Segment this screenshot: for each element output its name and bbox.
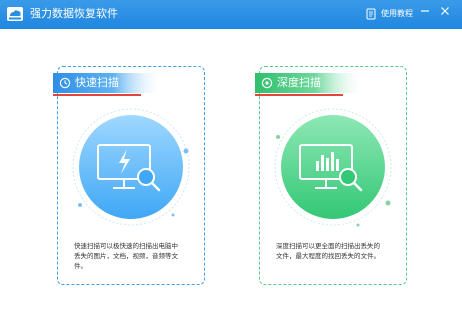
tutorial-label: 使用教程 — [381, 9, 413, 18]
close-icon — [441, 7, 449, 15]
deep-scan-label: 深度扫描 — [277, 76, 321, 89]
cloud-drive-icon — [7, 7, 23, 21]
deep-scan-description: 深度扫描可以更全面的扫描出丢失的 文件，最大程度的找回丢失的文件。 — [276, 242, 380, 260]
quick-scan-illustration — [72, 108, 190, 226]
quick-scan-header: 快速扫描 — [53, 73, 163, 96]
clock-icon — [59, 77, 71, 89]
quick-scan-label: 快速扫描 — [75, 76, 119, 89]
deep-scan-illustration — [274, 108, 392, 227]
book-icon — [366, 8, 376, 20]
deep-scan-card[interactable]: 深度扫描 深度扫描可以更全面的扫描出丢失的 文件，最大程度的找回丢失的文件。 — [255, 66, 407, 285]
target-icon — [261, 77, 273, 89]
title-bar: 强力数据恢复软件 使用教程 — [0, 0, 462, 29]
minimize-icon — [421, 10, 429, 12]
tutorial-button[interactable]: 使用教程 — [366, 6, 413, 22]
close-button[interactable] — [437, 3, 453, 19]
deep-scan-header: 深度扫描 — [255, 73, 365, 96]
quick-scan-card[interactable]: 快速扫描 快速扫描可以极快速的扫描出电脑中 丢失的图片，文档，视频，音频等文 件… — [53, 66, 205, 285]
minimize-button[interactable] — [417, 3, 433, 19]
quick-scan-description: 快速扫描可以极快速的扫描出电脑中 丢失的图片，文档，视频，音频等文 件。 — [74, 242, 178, 270]
app-title: 强力数据恢复软件 — [30, 7, 118, 20]
